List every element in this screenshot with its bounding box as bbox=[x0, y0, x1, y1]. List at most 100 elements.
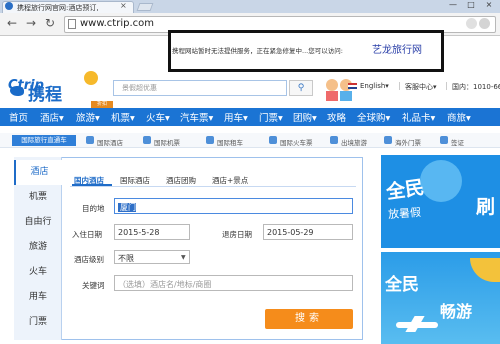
sun-icon bbox=[84, 71, 98, 85]
maximize-button[interactable]: □ bbox=[464, 0, 478, 10]
search-hotel-button[interactable]: 搜索 bbox=[265, 309, 353, 329]
sub-outbound-travel[interactable]: 出境旅游 bbox=[341, 137, 367, 147]
nav-label: 全球购 bbox=[357, 113, 386, 124]
train-icon bbox=[269, 136, 277, 144]
chevron-down-icon: ▾ bbox=[95, 113, 100, 124]
forward-arrow-icon[interactable]: → bbox=[24, 16, 38, 30]
sub-intl-train[interactable]: 国际火车票 bbox=[280, 137, 313, 147]
extension-icon[interactable] bbox=[466, 18, 477, 29]
nav-label: 团购 bbox=[293, 113, 313, 124]
chevron-down-icon: ▾ bbox=[165, 113, 170, 124]
kids-illustration-icon bbox=[326, 79, 352, 101]
side-item-tour[interactable]: 旅游 bbox=[14, 235, 62, 260]
nav-group[interactable]: 团购▾ bbox=[293, 110, 317, 124]
notice-elong-link[interactable]: 艺龙旅行网 bbox=[372, 41, 422, 56]
side-item-car[interactable]: 用车 bbox=[14, 285, 62, 310]
chevron-down-icon: ▼ bbox=[181, 254, 186, 261]
tab-domestic-hotel[interactable]: 国内酒店 bbox=[74, 175, 104, 186]
keyword-input[interactable]: （选填）酒店名/地标/商圈 bbox=[114, 275, 353, 291]
new-tab-button[interactable] bbox=[136, 3, 154, 11]
destination-label: 目的地 bbox=[82, 204, 105, 213]
hotline-text: 国内：1010-66 bbox=[452, 83, 500, 91]
nav-label: 旅游 bbox=[76, 113, 96, 124]
nav-global-shop[interactable]: 全球购▾ bbox=[357, 110, 390, 124]
star-level-value: 不限 bbox=[118, 254, 134, 263]
side-item-train[interactable]: 火车 bbox=[14, 260, 62, 285]
tab-hotel-group[interactable]: 酒店团购 bbox=[166, 175, 196, 186]
nav-travel[interactable]: 旅游▾ bbox=[76, 110, 100, 124]
car-icon bbox=[206, 136, 214, 144]
nav-label: 酒店 bbox=[40, 113, 60, 124]
nav-label: 汽车票 bbox=[180, 113, 209, 124]
plane-icon bbox=[143, 136, 151, 144]
star-bookmark-icon[interactable] bbox=[479, 18, 490, 29]
nav-gift-card[interactable]: 礼品卡▾ bbox=[402, 110, 435, 124]
uk-flag-icon bbox=[348, 83, 357, 89]
nav-business[interactable]: 商旅▾ bbox=[447, 110, 471, 124]
chevron-down-icon: ▾ bbox=[59, 113, 64, 124]
tab-close-icon[interactable]: × bbox=[120, 1, 127, 10]
nav-label: 商旅 bbox=[447, 113, 467, 124]
chevron-down-icon: ▾ bbox=[130, 113, 135, 124]
visa-icon bbox=[440, 136, 448, 144]
logo-tag: 折扣 bbox=[91, 101, 113, 108]
service-center-link[interactable]: 客服中心▾ bbox=[405, 82, 437, 92]
english-link[interactable]: English▾ bbox=[360, 82, 389, 90]
search-icon[interactable]: ⚲ bbox=[289, 80, 313, 96]
nav-car[interactable]: 用车▾ bbox=[224, 110, 248, 124]
globe-icon bbox=[330, 136, 338, 144]
divider bbox=[399, 82, 400, 90]
reload-icon[interactable]: ↻ bbox=[43, 16, 57, 30]
sub-overseas-ticket[interactable]: 海外门票 bbox=[395, 137, 421, 147]
chevron-down-icon: ▾ bbox=[385, 113, 391, 124]
nav-train[interactable]: 火车▾ bbox=[146, 110, 170, 124]
destination-input[interactable]: 厦门 bbox=[114, 198, 353, 214]
sub-intl-hotel[interactable]: 国际酒店 bbox=[97, 137, 123, 147]
ticket-icon bbox=[384, 136, 392, 144]
minimize-button[interactable]: — bbox=[446, 0, 460, 10]
ad1-side-text: 刷 bbox=[476, 196, 496, 218]
checkin-date-input[interactable]: 2015-5-28 bbox=[114, 224, 190, 240]
tab-hotel-scenic[interactable]: 酒店+景点 bbox=[212, 175, 248, 186]
divider bbox=[446, 82, 447, 90]
side-item-flight[interactable]: 机票 bbox=[14, 185, 62, 210]
page-icon bbox=[68, 19, 76, 29]
tab-title: 携程旅行网官网:酒店预订, bbox=[17, 4, 99, 12]
nav-bus[interactable]: 汽车票▾ bbox=[180, 110, 213, 124]
nav-flight[interactable]: 机票▾ bbox=[111, 110, 135, 124]
nav-label: 礼品卡 bbox=[402, 113, 431, 124]
sub-intl-flight[interactable]: 国际机票 bbox=[154, 137, 180, 147]
side-item-hotel[interactable]: 酒店 bbox=[14, 160, 63, 185]
address-bar-url: www.ctrip.com bbox=[80, 18, 154, 29]
side-item-ticket[interactable]: 门票 bbox=[14, 310, 62, 335]
nav-label: 用车 bbox=[224, 113, 244, 124]
chevron-down-icon: ▾ bbox=[430, 113, 436, 124]
tab-intl-hotel[interactable]: 国际酒店 bbox=[120, 175, 150, 186]
dolphin-logo-icon bbox=[10, 86, 24, 96]
browser-tab[interactable]: 携程旅行网官网:酒店预订, bbox=[2, 1, 134, 13]
nav-ticket[interactable]: 门票▾ bbox=[259, 110, 283, 124]
close-window-button[interactable]: × bbox=[482, 0, 496, 10]
checkout-date-input[interactable]: 2015-05-29 bbox=[263, 224, 353, 240]
nav-hotel[interactable]: 酒店▾ bbox=[40, 110, 64, 124]
back-arrow-icon[interactable]: ← bbox=[5, 16, 19, 30]
nav-label: 火车 bbox=[146, 113, 166, 124]
checkin-label: 入住日期 bbox=[72, 230, 102, 239]
chevron-down-icon: ▾ bbox=[278, 113, 283, 124]
tab-underline bbox=[70, 186, 356, 187]
sub-intl-car[interactable]: 国际租车 bbox=[217, 137, 243, 147]
chevron-down-icon: ▾ bbox=[385, 82, 389, 90]
sub-visa[interactable]: 签证 bbox=[451, 137, 464, 147]
nav-home[interactable]: 首页 bbox=[9, 110, 28, 124]
logo-name[interactable]: 携程 bbox=[28, 80, 62, 105]
star-level-select[interactable]: 不限 bbox=[114, 250, 190, 264]
side-item-free-travel[interactable]: 自由行 bbox=[14, 210, 62, 235]
sun-icon bbox=[420, 160, 462, 202]
ad1-subtitle: 放暑假 bbox=[387, 205, 422, 222]
star-level-label: 酒店级别 bbox=[74, 255, 104, 264]
site-search-placeholder: 景假超优惠 bbox=[122, 84, 157, 92]
destination-value: 厦门 bbox=[118, 203, 136, 212]
ctrip-favicon-icon bbox=[5, 2, 13, 10]
nav-guide[interactable]: 攻略 bbox=[327, 110, 346, 124]
chevron-down-icon: ▾ bbox=[243, 113, 248, 124]
